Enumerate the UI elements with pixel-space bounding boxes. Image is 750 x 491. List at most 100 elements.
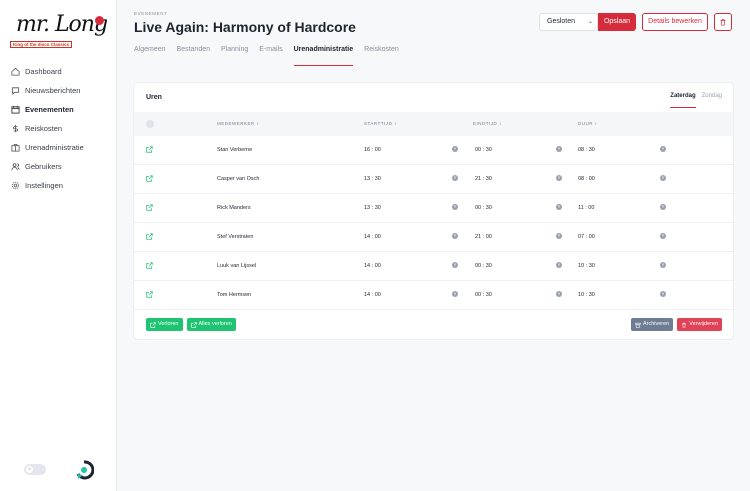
duration[interactable]: 08 : 30: [578, 147, 595, 153]
table-header: MEDEWERKER ↕ STARTTIJD ↕ EINDTIJD ↕ DUUR…: [134, 112, 733, 136]
clear-end-icon[interactable]: ×: [556, 291, 562, 297]
start-time[interactable]: 16 : 00: [364, 147, 381, 153]
status-select[interactable]: Gesloten ⌄: [539, 13, 598, 31]
tab-bestanden[interactable]: Bestanden: [177, 46, 210, 66]
start-time[interactable]: 14 : 00: [364, 263, 381, 269]
column-employee[interactable]: MEDEWERKER ↕: [217, 121, 259, 126]
start-time[interactable]: 13 : 30: [364, 176, 381, 182]
logo-dot: [95, 16, 104, 25]
clear-start-icon[interactable]: ×: [452, 204, 458, 210]
tab-urenadministratie[interactable]: Urenadministratie: [293, 46, 354, 66]
users-icon: [11, 162, 20, 171]
day-tab-zondag[interactable]: Zondag: [702, 93, 722, 108]
archive-button-label: Archiveren: [642, 321, 670, 327]
delete-event-button[interactable]: [714, 13, 732, 31]
sidebar-item-dashboard[interactable]: Dashboard: [0, 62, 117, 81]
clear-duration-icon[interactable]: ×: [660, 262, 666, 268]
clear-start-icon[interactable]: ×: [452, 291, 458, 297]
sidebar-item-nieuwsberichten[interactable]: Nieuwsberichten: [0, 81, 117, 100]
external-link-icon: [190, 321, 197, 328]
delete-button[interactable]: Verwijderen: [677, 318, 722, 331]
day-tabs: Zaterdag Zondag: [664, 93, 722, 108]
clear-end-icon[interactable]: ×: [556, 262, 562, 268]
page-eyebrow: EVENEMENT: [134, 11, 168, 16]
delete-button-label: Verwijderen: [689, 321, 718, 327]
save-button[interactable]: Opslaan: [598, 13, 636, 31]
clear-start-icon[interactable]: ×: [452, 262, 458, 268]
sidebar-item-urenadministratie[interactable]: Urenadministratie: [0, 138, 117, 157]
column-duration[interactable]: DUUR ↕: [578, 121, 598, 126]
sidebar-item-label: Gebruikers: [25, 162, 62, 171]
external-link-icon[interactable]: [146, 233, 153, 240]
clear-end-icon[interactable]: ×: [556, 233, 562, 239]
clear-end-icon[interactable]: ×: [556, 204, 562, 210]
table-row: Stef Verstraten 14 : 00 × 21 : 00 × 07 : 00 ×: [134, 223, 733, 252]
archive-button[interactable]: Archiveren: [630, 318, 674, 331]
hours-card: Uren Zaterdag Zondag MEDEWERKER ↕ STARTTI…: [134, 83, 733, 339]
sidebar-item-label: Reiskosten: [25, 124, 63, 133]
table-row: Stan Verberne 16 : 00 × 00 : 30 × 08 : 30 ×: [134, 136, 733, 165]
main-content: EVENEMENT Live Again: Harmony of Hardcor…: [117, 0, 750, 491]
tab-emails[interactable]: E-mails: [259, 46, 282, 66]
external-link-icon[interactable]: [146, 262, 153, 269]
employee-name: Casper van Osch: [217, 176, 260, 182]
column-end[interactable]: EINDTIJD ↕: [473, 121, 502, 126]
duration[interactable]: 10 : 30: [578, 292, 595, 298]
clear-start-icon[interactable]: ×: [452, 146, 458, 152]
gear-icon: [11, 181, 20, 190]
end-time[interactable]: 00 : 30: [475, 292, 492, 298]
page-title: Live Again: Harmony of Hardcore: [134, 19, 356, 35]
external-link-icon[interactable]: [146, 146, 153, 153]
sun-icon: ☼: [26, 466, 33, 473]
logo-tagline: King of the disco Classics: [10, 41, 73, 48]
clear-start-icon[interactable]: ×: [452, 175, 458, 181]
clear-duration-icon[interactable]: ×: [660, 175, 666, 181]
start-time[interactable]: 14 : 00: [364, 234, 381, 240]
clear-start-icon[interactable]: ×: [452, 233, 458, 239]
sidebar: mr. Long King of the disco Classics Dash…: [0, 0, 117, 491]
table-row: Luuk van Lijssel 14 : 00 × 00 : 30 × 10 : 30 ×: [134, 252, 733, 281]
end-time[interactable]: 00 : 30: [475, 263, 492, 269]
clear-duration-icon[interactable]: ×: [660, 233, 666, 239]
duration[interactable]: 10 : 30: [578, 263, 595, 269]
clear-end-icon[interactable]: ×: [556, 146, 562, 152]
card-title: Uren: [146, 94, 162, 101]
sidebar-item-evenementen[interactable]: Evenementen: [0, 100, 117, 119]
external-link-icon[interactable]: [146, 291, 153, 298]
external-link-icon[interactable]: [146, 175, 153, 182]
column-start[interactable]: STARTTIJD ↕: [364, 121, 397, 126]
sidebar-item-instellingen[interactable]: Instellingen: [0, 176, 117, 195]
sidebar-item-gebruikers[interactable]: Gebruikers: [0, 157, 117, 176]
select-all-checkbox[interactable]: [146, 120, 154, 128]
duration[interactable]: 11 : 00: [578, 205, 594, 211]
employee-name: Rick Manders: [217, 205, 251, 211]
clear-duration-icon[interactable]: ×: [660, 146, 666, 152]
brand-logo[interactable]: mr. Long King of the disco Classics: [10, 10, 108, 52]
clear-end-icon[interactable]: ×: [556, 175, 562, 181]
start-time[interactable]: 14 : 00: [364, 292, 381, 298]
tab-planning[interactable]: Planning: [221, 46, 248, 66]
day-tab-zaterdag[interactable]: Zaterdag: [670, 93, 696, 108]
tab-algemeen[interactable]: Algemeen: [134, 46, 166, 66]
home-icon: [11, 67, 20, 76]
open-all-button[interactable]: Alles verloren: [186, 318, 236, 331]
end-time[interactable]: 21 : 30: [475, 176, 492, 182]
edit-details-button[interactable]: Details bewerken: [642, 13, 708, 31]
start-time[interactable]: 13 : 30: [364, 205, 381, 211]
trash-icon: [682, 322, 687, 328]
clear-duration-icon[interactable]: ×: [660, 204, 666, 210]
open-button[interactable]: Verloren: [146, 318, 183, 331]
sidebar-item-reiskosten[interactable]: Reiskosten: [0, 119, 117, 138]
calendar-icon: [11, 105, 20, 114]
duration[interactable]: 07 : 00: [578, 234, 595, 240]
clear-duration-icon[interactable]: ×: [660, 291, 666, 297]
briefcase-icon: [11, 143, 20, 152]
end-time[interactable]: 00 : 30: [475, 205, 492, 211]
employee-name: Tom Hermsen: [217, 292, 252, 298]
end-time[interactable]: 21 : 00: [475, 234, 492, 240]
external-link-icon[interactable]: [146, 204, 153, 211]
theme-toggle[interactable]: ☼: [24, 464, 46, 475]
end-time[interactable]: 00 : 30: [475, 147, 492, 153]
tab-reiskosten[interactable]: Reiskosten: [364, 46, 399, 66]
duration[interactable]: 08 : 00: [578, 176, 595, 182]
